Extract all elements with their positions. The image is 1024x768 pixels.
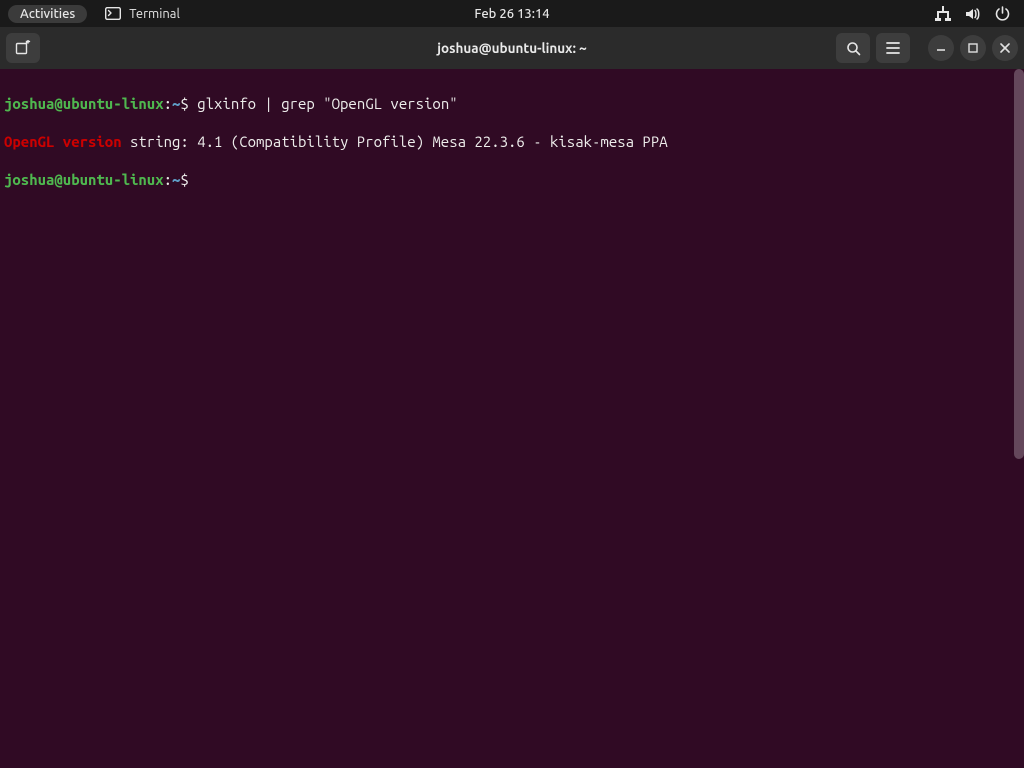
gnome-top-panel: Activities Terminal Feb 26 13:14 [0, 0, 1024, 27]
terminal-viewport[interactable]: joshua@ubuntu-linux:~$ glxinfo | grep "O… [0, 69, 1024, 768]
terminal-line: joshua@ubuntu-linux:~$ [4, 170, 1018, 189]
prompt-dollar: $ [180, 171, 188, 188]
terminal-icon [105, 7, 121, 20]
power-icon[interactable] [995, 6, 1010, 21]
output-text: string: 4.1 (Compatibility Profile) Mesa… [122, 133, 668, 150]
activities-button[interactable]: Activities [8, 5, 87, 23]
terminal-window: joshua@ubuntu-linux: ~ [0, 27, 1024, 768]
window-close-button[interactable] [992, 35, 1018, 61]
prompt-userhost: joshua@ubuntu-linux [4, 171, 164, 188]
window-headerbar: joshua@ubuntu-linux: ~ [0, 27, 1024, 69]
prompt-userhost: joshua@ubuntu-linux [4, 95, 164, 112]
prompt-dollar: $ [180, 95, 188, 112]
wired-network-icon[interactable] [935, 6, 951, 22]
taskbar-app-label: Terminal [129, 7, 180, 21]
system-tray [935, 6, 1024, 22]
grep-highlight: OpenGL version [4, 133, 122, 150]
window-title: joshua@ubuntu-linux: ~ [437, 40, 587, 56]
terminal-line: joshua@ubuntu-linux:~$ glxinfo | grep "O… [4, 94, 1018, 113]
taskbar-app-terminal[interactable]: Terminal [105, 7, 180, 21]
scrollbar-thumb[interactable] [1014, 69, 1024, 459]
new-tab-button[interactable] [6, 33, 40, 63]
prompt-sep: : [164, 95, 172, 112]
prompt-sep: : [164, 171, 172, 188]
command-text: glxinfo | grep "OpenGL version" [189, 95, 458, 112]
terminal-line: OpenGL version string: 4.1 (Compatibilit… [4, 132, 1018, 151]
command-text [189, 171, 197, 188]
window-maximize-button[interactable] [960, 35, 986, 61]
volume-icon[interactable] [965, 6, 981, 22]
hamburger-menu-button[interactable] [876, 33, 910, 63]
search-button[interactable] [836, 33, 870, 63]
panel-clock[interactable]: Feb 26 13:14 [474, 7, 549, 21]
window-minimize-button[interactable] [928, 35, 954, 61]
